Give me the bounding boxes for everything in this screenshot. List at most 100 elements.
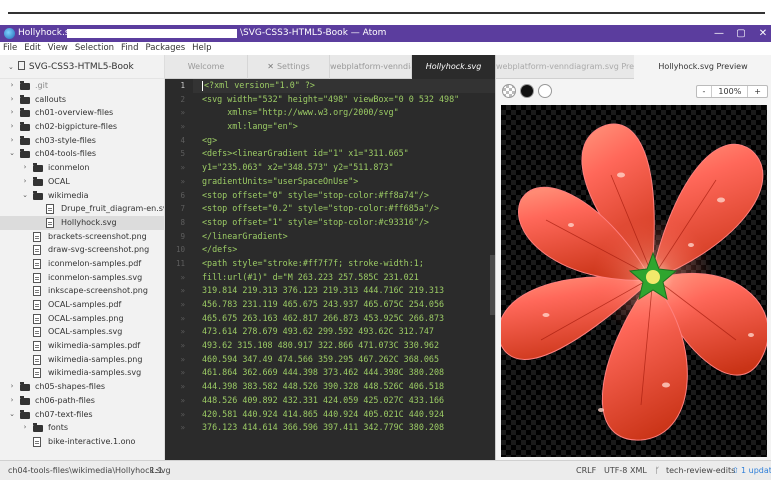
code-line[interactable]: <defs><linearGradient id="1" x1="311.665… [193,147,495,161]
tree-folder-item[interactable]: › ch06-path-files [0,394,164,408]
code-line[interactable]: 465.675 263.163 462.817 266.873 453.925C… [193,312,495,326]
tab-welcome[interactable]: Welcome [165,55,248,79]
tree-folder-item[interactable]: ⌄ ch07-text-files [0,408,164,422]
chevron-down-icon[interactable]: ⌄ [21,189,29,203]
line-number: 10 [175,245,185,255]
code-line[interactable]: <path style="stroke:#ff7f7f; stroke-widt… [193,257,495,271]
chevron-right-icon[interactable]: › [21,175,29,189]
tree-folder-item[interactable]: ⌄ ch04-tools-files [0,147,164,161]
code-line[interactable]: 319.814 219.313 376.123 219.313 444.716C… [193,284,495,298]
code-line[interactable]: 460.594 347.49 474.566 359.295 467.262C … [193,353,495,367]
close-button[interactable]: ✕ [750,26,771,41]
tree-file-item[interactable]: OCAL-samples.svg [0,325,164,339]
code-line[interactable]: <stop offset="0" style="stop-color:#ff8a… [193,189,495,203]
code-line[interactable]: xmlns="http://www.w3.org/2000/svg" [193,106,495,120]
chevron-right-icon[interactable]: › [8,120,16,134]
tree-file-item[interactable]: Drupe_fruit_diagram-en.svg [0,202,164,216]
status-grammar[interactable]: XML [630,461,647,480]
status-updates[interactable]: 1 update [741,461,771,480]
tree-folder-item[interactable]: › fonts [0,421,164,435]
menu-view[interactable]: View [45,42,72,54]
menu-help[interactable]: Help [189,42,215,54]
code-line[interactable]: 444.398 383.582 448.526 390.328 448.526C… [193,380,495,394]
tree-file-item[interactable]: wikimedia-samples.pdf [0,339,164,353]
code-line[interactable]: </defs> [193,243,495,257]
chevron-right-icon[interactable]: › [8,93,16,107]
status-cursor-position[interactable]: 1:1 [150,461,163,480]
code-line[interactable]: <svg width="532" height="498" viewBox="0… [193,93,495,107]
tab-venndiagram-preview[interactable]: webplatform-venndiagram.svg Preview [496,55,634,79]
chevron-right-icon[interactable]: › [8,134,16,148]
zoom-level[interactable]: 100% [712,86,749,97]
code-line[interactable]: <stop offset="0.2" style="stop-color:#ff… [193,202,495,216]
code-line[interactable]: xml:lang="en"> [193,120,495,134]
code-line[interactable]: <stop offset="1" style="stop-color:#c933… [193,216,495,230]
tree-file-item[interactable]: draw-svg-screenshot.png [0,243,164,257]
tree-file-item[interactable]: brackets-screenshot.png [0,230,164,244]
code-line[interactable]: y1="235.063" x2="348.573" y2="511.873" [193,161,495,175]
status-encoding[interactable]: UTF-8 [604,461,627,480]
tree-folder-item[interactable]: › ch02-bigpicture-files [0,120,164,134]
project-root[interactable]: ⌄ SVG-CSS3-HTML5-Book [0,55,164,79]
menu-find[interactable]: Find [118,42,142,54]
code-line[interactable]: 448.526 409.892 432.331 424.059 425.027C… [193,394,495,408]
tree-folder-item[interactable]: › .git [0,79,164,93]
tree-file-item[interactable]: OCAL-samples.png [0,312,164,326]
tree-file-item[interactable]: iconmelon-samples.svg [0,271,164,285]
tree-file-item[interactable]: wikimedia-samples.png [0,353,164,367]
tree-file-item[interactable]: wikimedia-samples.svg [0,366,164,380]
chevron-right-icon[interactable]: › [8,380,16,394]
chevron-right-icon[interactable]: › [21,421,29,435]
code-line[interactable]: 456.783 231.119 465.675 243.937 465.675C… [193,298,495,312]
status-line-ending[interactable]: CRLF [576,461,596,480]
menu-packages[interactable]: Packages [142,42,189,54]
code-line[interactable]: 461.864 362.669 444.398 373.462 444.398C… [193,366,495,380]
code-line[interactable]: 420.581 440.924 414.865 440.924 405.021C… [193,408,495,422]
black-background-button[interactable] [520,84,534,98]
white-background-button[interactable] [538,84,552,98]
tree-folder-item[interactable]: › ch05-shapes-files [0,380,164,394]
transparent-background-button[interactable] [502,84,516,98]
code-line[interactable]: fill:url(#1)" d="M 263.223 257.585C 231.… [193,271,495,285]
code-line[interactable]: </linearGradient> [193,230,495,244]
zoom-in-button[interactable]: + [748,86,767,97]
tree-file-item[interactable]: bike-interactive.1.ono [0,435,164,449]
code-text: 465.675 263.163 462.817 266.873 453.925C… [202,312,445,323]
status-bar: ch04-tools-files\wikimedia\Hollyhock.svg… [0,460,771,480]
tree-file-item[interactable]: iconmelon-samples.pdf [0,257,164,271]
tab-webplatform-venndiagram[interactable]: webplatform-venndia [330,55,412,79]
chevron-right-icon[interactable]: › [8,79,16,93]
tree-file-item[interactable]: inkscape-screenshot.png [0,284,164,298]
zoom-out-button[interactable]: - [697,86,713,97]
tree-folder-item[interactable]: › iconmelon [0,161,164,175]
tree-folder-item[interactable]: › ch03-style-files [0,134,164,148]
menu-selection[interactable]: Selection [72,42,118,54]
chevron-right-icon[interactable]: › [8,106,16,120]
chevron-right-icon[interactable]: › [21,161,29,175]
code-line[interactable]: <g> [193,134,495,148]
chevron-down-icon[interactable]: ⌄ [8,147,16,161]
tree-file-item[interactable]: Hollyhock.svg [0,215,164,230]
code-area[interactable]: <?xml version="1.0" ?> <svg width="532" h… [193,79,495,460]
code-line[interactable]: 473.614 278.679 493.62 299.592 493.62C 3… [193,325,495,339]
menu-file[interactable]: File [0,42,21,54]
tree-folder-item[interactable]: › OCAL [0,175,164,189]
tree-folder-item[interactable]: › callouts [0,93,164,107]
code-line[interactable]: <?xml version="1.0" ?> [193,79,495,93]
code-line[interactable]: gradientUnits="userSpaceOnUse"> [193,175,495,189]
chevron-down-icon[interactable]: ⌄ [8,408,16,422]
status-branch[interactable]: tech-review-edits [666,461,735,480]
tab-settings[interactable]: ✕ Settings [248,55,330,79]
code-line[interactable]: 493.62 315.108 480.917 322.866 471.073C … [193,339,495,353]
tree-item-label: inkscape-screenshot.png [48,286,148,296]
line-number: » [180,382,185,392]
tree-folder-item[interactable]: ⌄ wikimedia [0,189,164,203]
chevron-right-icon[interactable]: › [8,394,16,408]
tree-file-item[interactable]: OCAL-samples.pdf [0,298,164,312]
tree-folder-item[interactable]: › ch01-overview-files [0,106,164,120]
code-line[interactable]: 376.123 414.614 366.596 397.411 342.779C… [193,421,495,435]
tab-hollyhock[interactable]: Hollyhock.svg [412,55,495,79]
menu-edit[interactable]: Edit [21,42,44,54]
tab-hollyhock-preview[interactable]: Hollyhock.svg Preview [634,55,771,79]
status-file-path[interactable]: ch04-tools-files\wikimedia\Hollyhock.svg [8,461,171,480]
